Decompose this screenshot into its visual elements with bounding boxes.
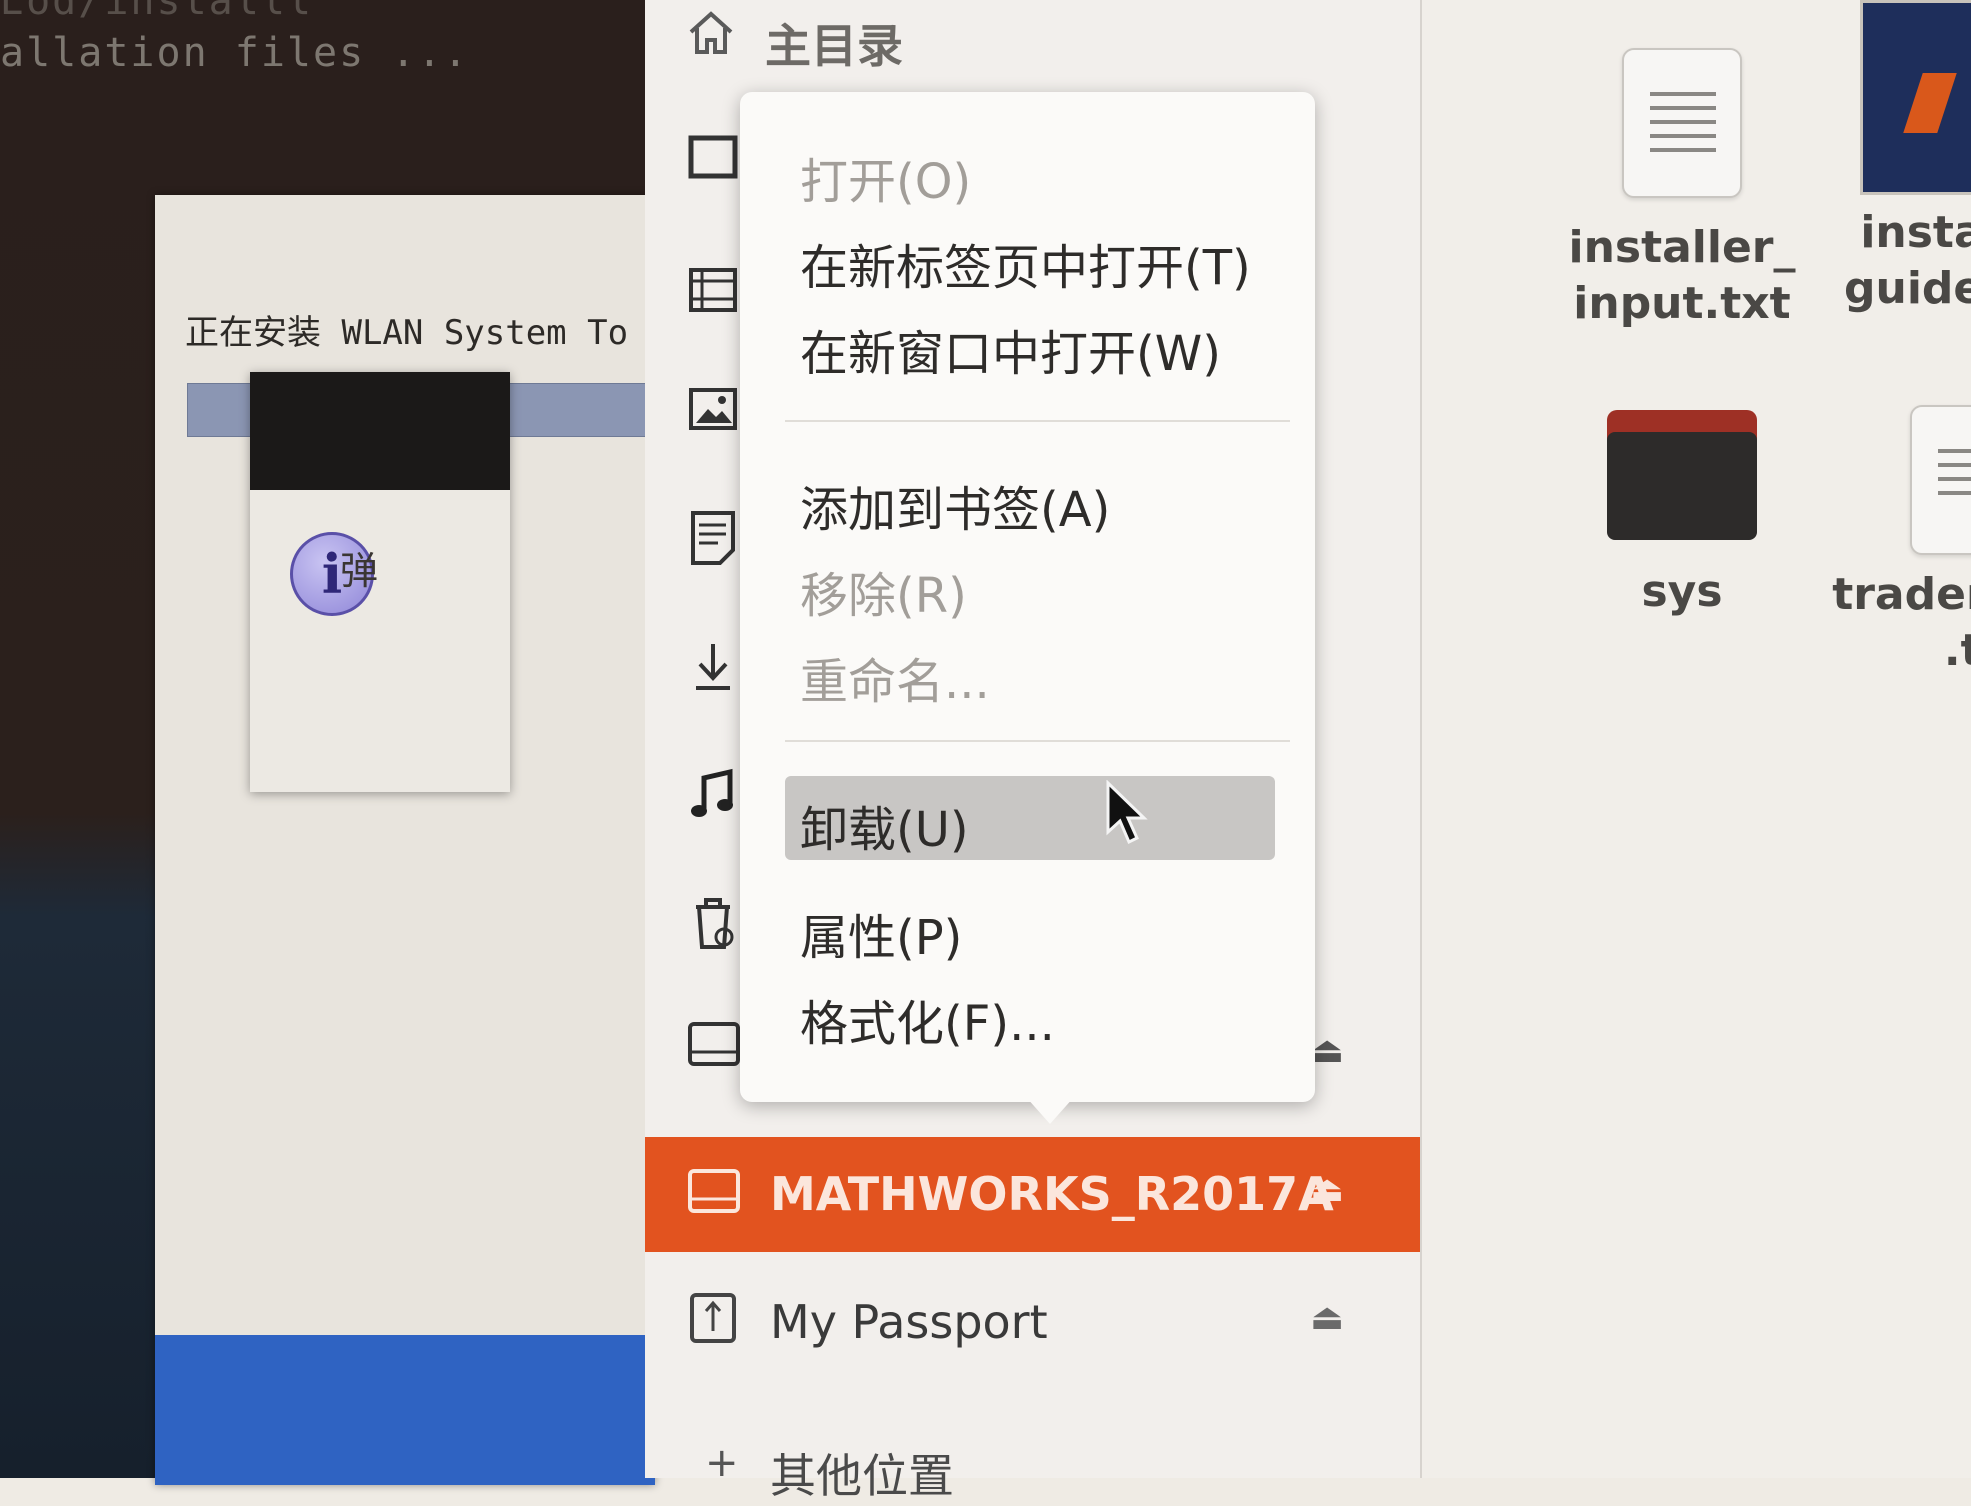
documents-icon[interactable]	[687, 510, 739, 565]
sidebar-item-mathworks[interactable]: MATHWORKS_R2017A ⏏	[645, 1137, 1420, 1252]
sidebar-item-label: 主目录	[765, 19, 903, 73]
menu-item-format[interactable]: 格式化(F)...	[800, 984, 1055, 1054]
text-file-icon	[1910, 405, 1971, 555]
pdf-file-icon[interactable]	[1860, 0, 1971, 195]
plus-icon: +	[705, 1440, 739, 1486]
eject-icon[interactable]: ⏏	[1310, 1169, 1344, 1210]
trash-icon[interactable]	[687, 895, 739, 949]
desktop-icon[interactable]	[687, 135, 739, 187]
popup-dialog: i	[250, 372, 510, 792]
context-menu: 打开(O) 在新标签页中打开(T) 在新窗口中打开(W) 添加到书签(A) 移除…	[740, 92, 1315, 1124]
drive-icon[interactable]	[687, 1020, 740, 1072]
popup-message-text: 弹	[340, 549, 379, 593]
sidebar-item-label: 其他位置	[770, 1449, 954, 1503]
installer-status-text: 正在安装 WLAN System To	[185, 313, 629, 353]
folder-icon	[1607, 410, 1757, 540]
file-name: installer_	[1568, 222, 1796, 273]
file-name: insta	[1860, 207, 1971, 258]
installer-bottom-bar	[155, 1335, 655, 1485]
file-name: .tx	[1943, 625, 1971, 676]
menu-item-remove[interactable]: 移除(R)	[800, 556, 967, 626]
terminal-line: allation files ...	[0, 30, 470, 76]
menu-item-open[interactable]: 打开(O)	[800, 142, 971, 212]
menu-item-properties[interactable]: 属性(P)	[800, 898, 962, 968]
popup-titlebar[interactable]	[250, 372, 510, 490]
eject-icon[interactable]: ⏏	[1310, 1030, 1344, 1071]
file-name: sys	[1641, 566, 1723, 617]
menu-item-open-in-new-tab[interactable]: 在新标签页中打开(T)	[800, 228, 1251, 298]
mouse-cursor-icon	[1105, 779, 1149, 850]
drive-icon	[687, 1167, 740, 1219]
sidebar-item-home[interactable]: 主目录	[645, 0, 1420, 80]
menu-item-rename[interactable]: 重命名...	[800, 642, 990, 712]
file-view: installer_ input.txt insta guide. sys tr…	[1422, 0, 1971, 1478]
menu-item-open-in-new-window[interactable]: 在新窗口中打开(W)	[800, 314, 1221, 384]
file-item[interactable]: installer_ input.txt	[1502, 48, 1862, 332]
file-name: input.txt	[1573, 278, 1791, 329]
terminal-line: Eod/installl	[0, 0, 313, 24]
sidebar-item-other-locations[interactable]: + 其他位置	[645, 1440, 1420, 1503]
menu-pointer-arrow	[1018, 1088, 1082, 1124]
sidebar-item-label: MATHWORKS_R2017A	[770, 1167, 1334, 1221]
menu-item-add-bookmark[interactable]: 添加到书签(A)	[800, 470, 1110, 540]
pictures-icon[interactable]	[687, 385, 739, 437]
sidebar-item-my-passport[interactable]: My Passport ⏏	[645, 1265, 1420, 1375]
file-name: tradem	[1832, 569, 1971, 620]
home-icon	[685, 8, 737, 60]
usb-drive-icon	[687, 1291, 739, 1343]
file-item[interactable]: tradem .tx	[1802, 405, 1971, 679]
downloads-icon[interactable]	[687, 640, 739, 692]
file-name: guide.	[1844, 263, 1971, 314]
menu-separator	[785, 420, 1290, 422]
eject-icon[interactable]: ⏏	[1310, 1297, 1344, 1338]
text-file-icon	[1622, 48, 1742, 198]
music-icon[interactable]	[687, 768, 739, 820]
video-icon[interactable]	[687, 265, 739, 317]
file-item[interactable]: insta guide.	[1822, 205, 1971, 317]
menu-separator	[785, 740, 1290, 742]
file-item[interactable]: sys	[1532, 410, 1832, 620]
menu-item-unmount[interactable]: 卸载(U)	[800, 790, 969, 860]
sidebar-item-label: My Passport	[770, 1295, 1048, 1349]
